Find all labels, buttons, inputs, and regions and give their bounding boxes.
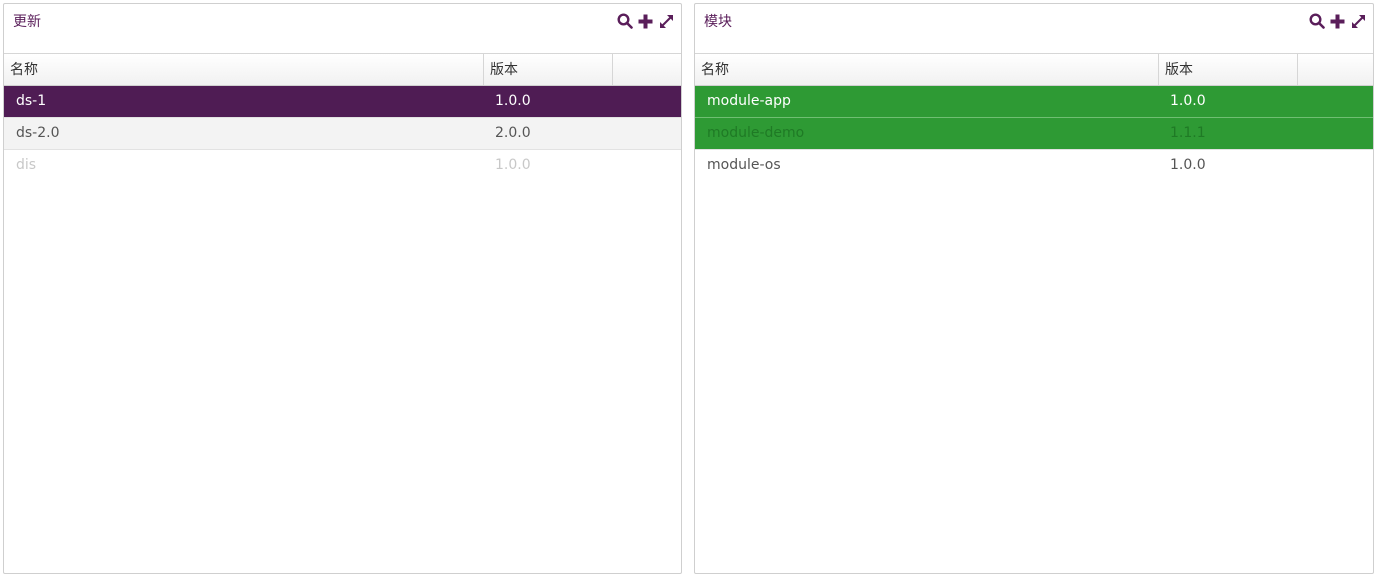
plus-icon — [1330, 14, 1345, 28]
row-name: module-app — [707, 93, 791, 109]
table-row[interactable]: ds-1 1.0.0 — [4, 86, 681, 118]
expand-icon — [660, 14, 673, 28]
grid-body: module-app 1.0.0 module-demo 1.1.1 modul… — [695, 86, 1373, 573]
expand-button[interactable] — [658, 13, 675, 30]
table-row[interactable]: module-app 1.0.0 — [695, 86, 1373, 118]
updates-panel: 更新 名称 版本 ds-1 1.0.0 ds-2.0 2.0.0 dis 1.0… — [3, 3, 682, 574]
row-name: ds-2.0 — [16, 125, 60, 141]
row-name: module-os — [707, 157, 781, 173]
table-row[interactable]: module-demo 1.1.1 — [695, 118, 1373, 150]
modules-panel: 模块 名称 版本 module-app 1.0.0 module-demo 1.… — [694, 3, 1374, 574]
table-row[interactable]: module-os 1.0.0 — [695, 150, 1373, 181]
row-name: module-demo — [707, 125, 805, 141]
add-button[interactable] — [1329, 13, 1346, 30]
row-name: ds-1 — [16, 93, 47, 109]
column-header-version[interactable]: 版本 — [1159, 54, 1298, 85]
table-row[interactable]: ds-2.0 2.0.0 — [4, 118, 681, 150]
search-icon — [1308, 13, 1325, 29]
panel-header: 模块 — [695, 4, 1373, 54]
panel-header: 更新 — [4, 4, 681, 54]
column-header-version[interactable]: 版本 — [484, 54, 613, 85]
panel-toolbar — [616, 12, 675, 30]
panel-title: 更新 — [13, 14, 41, 30]
row-name: dis — [16, 157, 37, 173]
row-version: 1.0.0 — [1170, 93, 1206, 109]
grid-header: 名称 版本 — [695, 54, 1373, 86]
row-version: 1.0.0 — [495, 157, 531, 173]
column-header-name[interactable]: 名称 — [4, 54, 484, 85]
column-header-extra — [613, 54, 681, 85]
row-version: 1.0.0 — [495, 93, 531, 109]
table-row[interactable]: dis 1.0.0 — [4, 150, 681, 181]
grid-body: ds-1 1.0.0 ds-2.0 2.0.0 dis 1.0.0 — [4, 86, 681, 573]
search-button[interactable] — [1308, 13, 1325, 30]
row-version: 1.1.1 — [1170, 125, 1206, 141]
grid-header: 名称 版本 — [4, 54, 681, 86]
expand-icon — [1352, 14, 1365, 28]
expand-button[interactable] — [1350, 13, 1367, 30]
add-button[interactable] — [637, 13, 654, 30]
plus-icon — [638, 14, 653, 28]
column-header-extra — [1298, 54, 1373, 85]
panel-title: 模块 — [704, 14, 732, 30]
search-icon — [616, 13, 633, 29]
column-header-name[interactable]: 名称 — [695, 54, 1159, 85]
search-button[interactable] — [616, 13, 633, 30]
row-version: 2.0.0 — [495, 125, 531, 141]
panel-toolbar — [1308, 12, 1367, 30]
row-version: 1.0.0 — [1170, 157, 1206, 173]
